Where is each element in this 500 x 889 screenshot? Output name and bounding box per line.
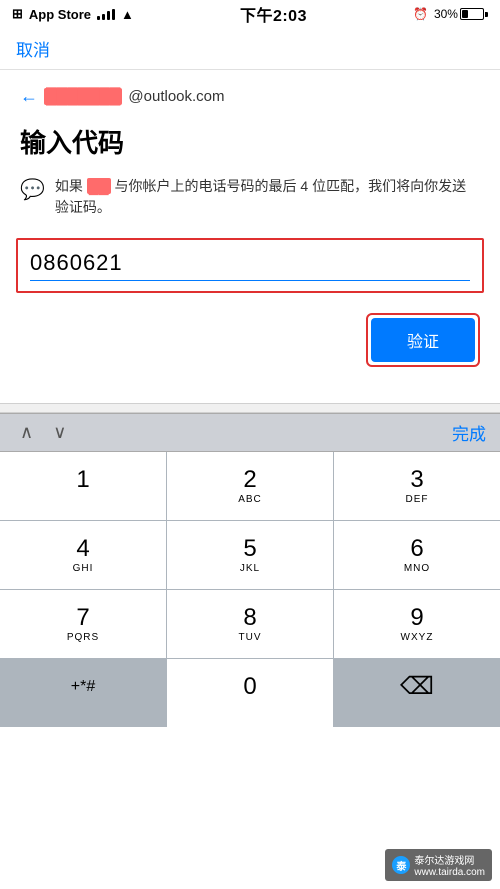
toolbar-down-button[interactable]: ∨ — [47, 420, 72, 445]
verify-button[interactable]: 验证 — [371, 318, 475, 362]
toolbar-up-button[interactable]: ∧ — [14, 420, 39, 445]
key-6[interactable]: 6 MNO — [334, 521, 500, 589]
alarm-icon: ⏰ — [413, 7, 428, 21]
key-0-main: 0 — [243, 675, 256, 699]
chat-icon: 💬 — [20, 177, 45, 202]
key-delete-main: ⌫ — [400, 675, 434, 699]
key-9-sub: WXYZ — [401, 632, 434, 644]
key-delete[interactable]: ⌫ — [334, 659, 500, 727]
signal-bars — [97, 8, 115, 20]
section-divider — [0, 403, 500, 413]
battery-body — [460, 8, 484, 20]
key-3-sub: DEF — [406, 494, 429, 506]
watermark-name: 泰尔达游戏网 — [414, 852, 485, 867]
key-7-sub: PQRS — [67, 632, 99, 644]
key-2-main: 2 — [243, 468, 256, 492]
key-2-sub: ABC — [238, 494, 262, 506]
verify-btn-wrapper: 验证 — [366, 313, 480, 367]
code-input-wrapper: 0860621 — [16, 238, 484, 293]
battery-icon — [460, 8, 488, 20]
key-8[interactable]: 8 TUV — [167, 590, 333, 658]
battery-fill — [462, 10, 468, 18]
info-text-2: 与你帐户上的电话号码的最后 4 位匹配，我们将向你发送验证码。 — [55, 178, 466, 215]
key-6-sub: MNO — [404, 563, 430, 575]
watermark-text: 泰尔达游戏网 www.tairda.com — [414, 852, 485, 878]
info-text-1: 如果 — [55, 178, 83, 194]
key-5-main: 5 — [243, 537, 256, 561]
key-3-main: 3 — [410, 468, 423, 492]
info-row: 💬 如果 ██ 与你帐户上的电话号码的最后 4 位匹配，我们将向你发送验证码。 — [20, 176, 480, 218]
email-domain: @outlook.com — [128, 88, 224, 105]
battery-tip — [485, 12, 488, 17]
key-symbols-main: +*# — [71, 679, 95, 695]
watermark: 泰 泰尔达游戏网 www.tairda.com — [385, 849, 492, 881]
key-7[interactable]: 7 PQRS — [0, 590, 166, 658]
key-4[interactable]: 4 GHI — [0, 521, 166, 589]
watermark-icon: 泰 — [392, 856, 410, 874]
keyboard-done-button[interactable]: 完成 — [452, 420, 486, 445]
wifi-icon: ▲ — [121, 7, 134, 22]
main-content: ← ███████ @outlook.com 输入代码 💬 如果 ██ 与你帐户… — [0, 70, 500, 403]
status-left: ⊞ App Store ▲ — [12, 6, 134, 22]
keyboard-grid: 1 2 ABC 3 DEF 4 GHI 5 JKL 6 MNO 7 PQRS — [0, 452, 500, 727]
key-8-main: 8 — [243, 606, 256, 630]
info-text: 如果 ██ 与你帐户上的电话号码的最后 4 位匹配，我们将向你发送验证码。 — [55, 176, 480, 218]
verify-row: 验证 — [20, 313, 480, 367]
key-6-main: 6 — [410, 537, 423, 561]
status-time: 下午2:03 — [240, 2, 307, 26]
key-4-sub: GHI — [73, 563, 94, 575]
key-9-main: 9 — [410, 606, 423, 630]
key-3[interactable]: 3 DEF — [334, 452, 500, 520]
key-1[interactable]: 1 — [0, 452, 166, 520]
info-redacted: ██ — [87, 178, 111, 194]
watermark-url: www.tairda.com — [414, 867, 485, 878]
app-store-label: App Store — [29, 7, 91, 22]
key-8-sub: TUV — [239, 632, 262, 644]
key-2[interactable]: 2 ABC — [167, 452, 333, 520]
key-1-main: 1 — [76, 468, 89, 492]
key-5-sub: JKL — [240, 563, 260, 575]
keyboard-section: ∧ ∨ 完成 1 2 ABC 3 DEF 4 GHI 5 JKL 6 MNO — [0, 413, 500, 727]
battery-percent: 30% — [434, 7, 458, 21]
keyboard-toolbar: ∧ ∨ 完成 — [0, 413, 500, 452]
back-row: ← ███████ @outlook.com — [20, 86, 480, 107]
status-bar: ⊞ App Store ▲ 下午2:03 ⏰ 30% — [0, 0, 500, 28]
key-5[interactable]: 5 JKL — [167, 521, 333, 589]
email-redacted: ███████ — [44, 88, 122, 105]
app-store-icon: ⊞ — [12, 6, 23, 22]
status-right: ⏰ 30% — [413, 7, 488, 21]
key-4-main: 4 — [76, 537, 89, 561]
code-input-field[interactable]: 0860621 — [30, 250, 470, 281]
key-symbols[interactable]: +*# — [0, 659, 166, 727]
nav-bar: 取消 — [0, 28, 500, 70]
key-7-main: 7 — [76, 606, 89, 630]
toolbar-arrows: ∧ ∨ — [14, 420, 72, 445]
key-0[interactable]: 0 — [167, 659, 333, 727]
battery-container: 30% — [434, 7, 488, 21]
key-9[interactable]: 9 WXYZ — [334, 590, 500, 658]
page-title: 输入代码 — [20, 123, 480, 160]
cancel-button[interactable]: 取消 — [16, 36, 50, 61]
back-arrow-icon[interactable]: ← — [20, 86, 38, 107]
